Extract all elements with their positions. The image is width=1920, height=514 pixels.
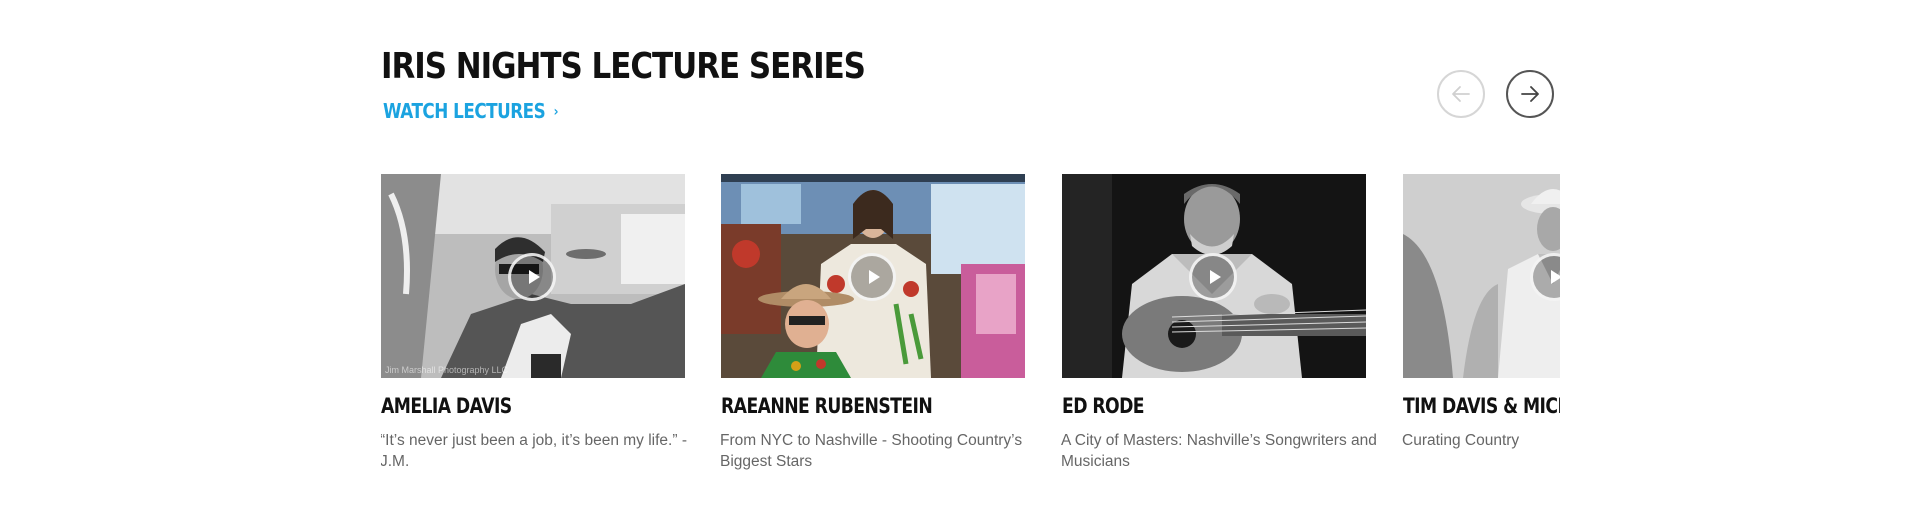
lecture-card[interactable]: ED RODE A City of Masters: Nashville’s S… xyxy=(1061,174,1377,472)
lecture-card[interactable]: Jim Marshall Photography LLC AMELIA DAVI… xyxy=(381,174,687,472)
lecture-card[interactable]: TIM DAVIS & MICHAEL Curating Country xyxy=(1402,174,1560,451)
lecture-speaker-name[interactable]: AMELIA DAVIS xyxy=(381,392,630,420)
lecture-thumbnail[interactable] xyxy=(1062,174,1366,378)
lecture-card[interactable]: RAEANNE RUBENSTEIN From NYC to Nashville… xyxy=(720,174,1025,472)
arrow-right-icon xyxy=(1521,86,1539,102)
play-icon[interactable] xyxy=(508,253,556,301)
lecture-thumbnail[interactable] xyxy=(1403,174,1560,378)
photo-credit: Jim Marshall Photography LLC xyxy=(385,365,509,375)
lecture-description: From NYC to Nashville - Shooting Country… xyxy=(720,432,1023,470)
arrow-left-icon xyxy=(1452,86,1470,102)
lecture-speaker-name[interactable]: ED RODE xyxy=(1062,392,1311,420)
lecture-carousel: Jim Marshall Photography LLC AMELIA DAVI… xyxy=(381,174,1560,494)
watch-lectures-label: WATCH LECTURES xyxy=(383,99,546,123)
lecture-description: A City of Masters: Nashville’s Songwrite… xyxy=(1061,432,1377,470)
watch-lectures-link[interactable]: WATCH LECTURES › xyxy=(383,98,559,125)
lecture-speaker-name[interactable]: RAEANNE RUBENSTEIN xyxy=(721,392,970,420)
lecture-series-section: IRIS NIGHTS LECTURE SERIES WATCH LECTURE… xyxy=(0,0,1920,514)
section-title: IRIS NIGHTS LECTURE SERIES xyxy=(381,46,866,87)
lecture-thumbnail[interactable] xyxy=(721,174,1025,378)
lecture-description: “It’s never just been a job, it’s been m… xyxy=(381,432,687,470)
chevron-right-icon: › xyxy=(553,104,559,120)
play-icon[interactable] xyxy=(1189,253,1237,301)
lecture-thumbnail[interactable]: Jim Marshall Photography LLC xyxy=(381,174,685,378)
play-icon[interactable] xyxy=(848,253,896,301)
carousel-next-button[interactable] xyxy=(1506,70,1554,118)
lecture-description: Curating Country xyxy=(1402,432,1520,449)
lecture-speaker-name[interactable]: TIM DAVIS & MICHAEL xyxy=(1403,392,1560,420)
carousel-prev-button[interactable] xyxy=(1437,70,1485,118)
